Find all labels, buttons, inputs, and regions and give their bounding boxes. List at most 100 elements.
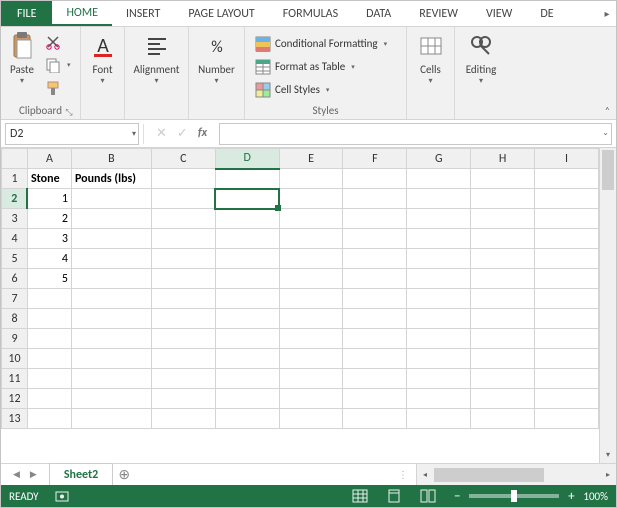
cell[interactable] — [151, 189, 215, 209]
cell[interactable] — [279, 329, 343, 349]
cell[interactable] — [151, 289, 215, 309]
row-header[interactable]: 7 — [2, 289, 28, 309]
row-header[interactable]: 13 — [2, 409, 28, 429]
cell[interactable] — [27, 409, 71, 429]
scrollbar-thumb[interactable] — [434, 468, 544, 482]
sheet-bar-resize-icon[interactable]: ⋮ — [398, 468, 408, 481]
cell[interactable] — [279, 289, 343, 309]
cell[interactable] — [151, 229, 215, 249]
cell-styles-button[interactable]: Cell Styles ▾ — [251, 79, 391, 100]
scroll-down-icon[interactable]: ▾ — [600, 447, 616, 463]
cell[interactable] — [71, 389, 151, 409]
column-header[interactable]: D — [215, 149, 279, 169]
enter-formula-icon[interactable]: ✓ — [177, 126, 188, 141]
row-header[interactable]: 2 — [2, 189, 28, 209]
cell[interactable] — [535, 229, 599, 249]
cell[interactable] — [151, 249, 215, 269]
cell[interactable] — [27, 369, 71, 389]
cell[interactable] — [215, 389, 279, 409]
cut-button[interactable] — [41, 31, 75, 52]
vertical-scrollbar[interactable]: ▴ ▾ — [599, 148, 616, 463]
cell[interactable] — [151, 369, 215, 389]
view-normal-icon[interactable] — [349, 488, 371, 504]
cell[interactable] — [279, 309, 343, 329]
row-header[interactable]: 9 — [2, 329, 28, 349]
column-header[interactable]: A — [27, 149, 71, 169]
cell[interactable] — [71, 209, 151, 229]
column-header[interactable]: H — [471, 149, 535, 169]
cell[interactable] — [71, 289, 151, 309]
cell[interactable] — [71, 309, 151, 329]
cell[interactable] — [343, 329, 407, 349]
cell[interactable] — [535, 409, 599, 429]
cell[interactable] — [343, 209, 407, 229]
cells-button[interactable]: Cells ▾ — [413, 29, 448, 86]
cell[interactable] — [279, 269, 343, 289]
editing-button[interactable]: Editing ▾ — [461, 29, 501, 86]
cell[interactable] — [151, 329, 215, 349]
cell[interactable] — [535, 289, 599, 309]
macro-record-icon[interactable] — [51, 488, 73, 504]
cell[interactable] — [407, 309, 471, 329]
row-header[interactable]: 11 — [2, 369, 28, 389]
cell[interactable] — [343, 409, 407, 429]
cell[interactable] — [535, 349, 599, 369]
tab-formulas[interactable]: FORMULAS — [269, 1, 352, 26]
cell[interactable] — [535, 189, 599, 209]
cell[interactable] — [471, 409, 535, 429]
cell[interactable] — [407, 329, 471, 349]
row-header[interactable]: 3 — [2, 209, 28, 229]
cell[interactable] — [407, 389, 471, 409]
cell[interactable] — [471, 309, 535, 329]
add-sheet-button[interactable]: ⊕ — [113, 464, 135, 485]
cell[interactable] — [471, 289, 535, 309]
cell[interactable] — [471, 249, 535, 269]
cell[interactable] — [215, 229, 279, 249]
expand-formula-bar-icon[interactable]: ⌄ — [602, 128, 609, 138]
cell[interactable] — [471, 389, 535, 409]
cell[interactable] — [71, 349, 151, 369]
tabs-scroll-right-icon[interactable]: ▸ — [598, 1, 616, 26]
cell[interactable] — [471, 349, 535, 369]
tab-insert[interactable]: INSERT — [112, 1, 174, 26]
zoom-in-button[interactable]: + — [565, 489, 577, 504]
horizontal-scrollbar[interactable]: ◂ ▸ — [416, 464, 616, 485]
cell[interactable] — [71, 229, 151, 249]
tab-file[interactable]: FILE — [1, 1, 52, 26]
paste-button[interactable]: Paste ▾ — [7, 29, 37, 86]
cell[interactable] — [279, 389, 343, 409]
cell[interactable] — [215, 409, 279, 429]
tab-review[interactable]: REVIEW — [405, 1, 472, 26]
cell[interactable] — [471, 229, 535, 249]
cell[interactable] — [279, 229, 343, 249]
cancel-formula-icon[interactable]: ✕ — [156, 126, 167, 141]
cell[interactable] — [535, 309, 599, 329]
copy-button[interactable]: ▾ — [41, 54, 75, 75]
cell[interactable] — [535, 209, 599, 229]
cell[interactable] — [27, 349, 71, 369]
cell[interactable] — [535, 329, 599, 349]
row-header[interactable]: 5 — [2, 249, 28, 269]
cell[interactable]: 5 — [27, 269, 71, 289]
cell[interactable] — [215, 269, 279, 289]
scroll-right-icon[interactable]: ▸ — [600, 470, 616, 480]
cell[interactable] — [71, 189, 151, 209]
tab-page-layout[interactable]: PAGE LAYOUT — [174, 1, 268, 26]
cell[interactable] — [343, 269, 407, 289]
column-header[interactable]: B — [71, 149, 151, 169]
cell[interactable] — [27, 289, 71, 309]
cell[interactable] — [471, 209, 535, 229]
cell[interactable] — [27, 389, 71, 409]
insert-function-icon[interactable]: fx — [198, 126, 207, 141]
cell[interactable] — [343, 169, 407, 189]
zoom-slider[interactable] — [469, 494, 559, 498]
format-as-table-button[interactable]: Format as Table ▾ — [251, 56, 391, 77]
cell[interactable] — [471, 329, 535, 349]
cell[interactable] — [343, 389, 407, 409]
cell[interactable] — [535, 369, 599, 389]
cell[interactable] — [407, 249, 471, 269]
scroll-left-icon[interactable]: ◂ — [417, 470, 433, 480]
cell[interactable] — [407, 229, 471, 249]
cell[interactable] — [279, 369, 343, 389]
cell[interactable] — [279, 249, 343, 269]
